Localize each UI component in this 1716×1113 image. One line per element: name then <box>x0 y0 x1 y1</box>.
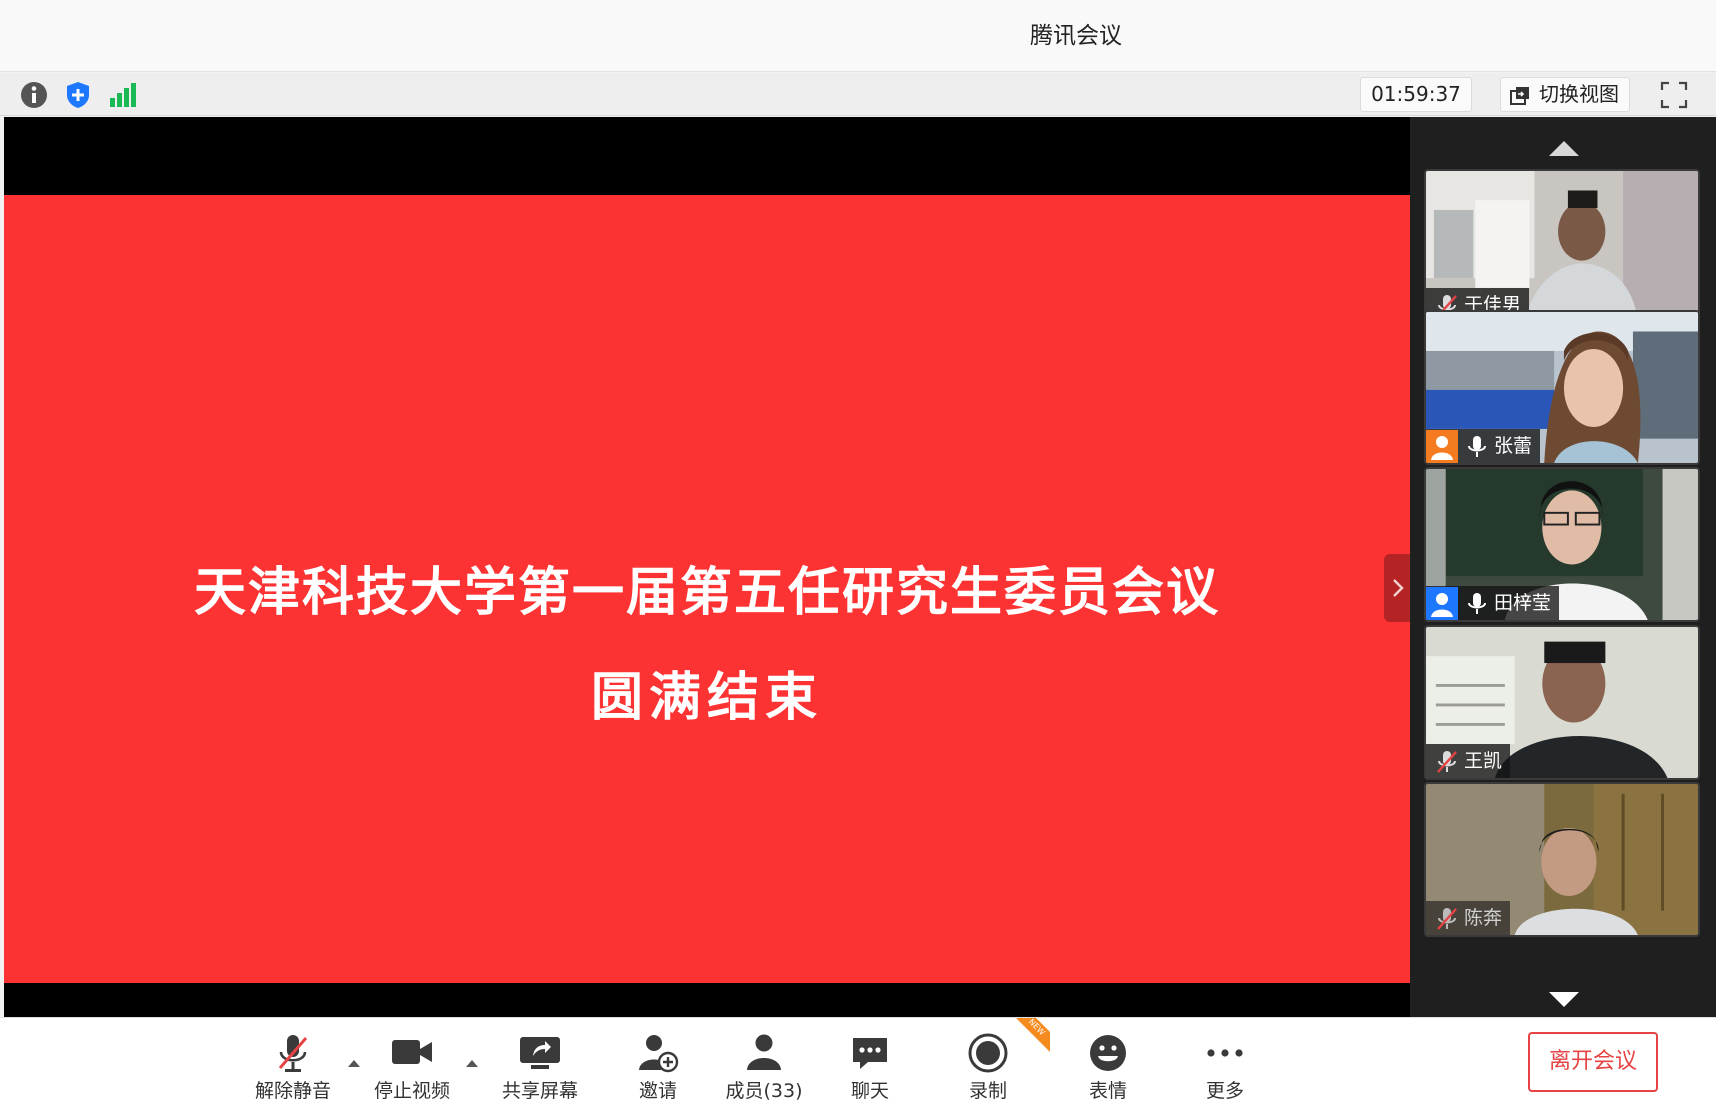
stop-video-label: 停止视频 <box>373 1080 450 1102</box>
unmute-label: 解除静音 <box>254 1080 331 1102</box>
invite-button[interactable]: 邀请 <box>608 1024 708 1106</box>
participant-tile[interactable]: 田梓莹 <box>1424 467 1700 622</box>
scroll-down-arrow-icon[interactable] <box>1546 989 1582 1011</box>
mic-icon <box>1468 592 1486 614</box>
switch-view-button[interactable]: 切换视图 <box>1500 77 1630 112</box>
meeting-window: 腾讯会议 01:59:37 切换视图 天津科技大学第一届第五任研究生委员会议 圆… <box>0 0 1716 1113</box>
record-icon <box>968 1033 1008 1073</box>
mic-icon <box>1468 435 1486 457</box>
info-icon[interactable] <box>18 79 50 111</box>
slide-subtitle: 圆满结束 <box>590 668 823 728</box>
participant-label: 张蕾 <box>1426 429 1541 463</box>
emoji-icon <box>1090 1035 1126 1071</box>
mic-muted-icon <box>278 1035 308 1072</box>
audio-options-caret-icon[interactable] <box>346 1054 362 1067</box>
meeting-toolbar: 解除静音 停止视频 共享屏幕 邀请 成员(33) 聊天 录制 NEW 表情 更多… <box>0 1017 1716 1113</box>
collapse-sidebar-button[interactable] <box>1384 554 1412 622</box>
new-badge: NEW <box>1010 1017 1050 1054</box>
reactions-label: 表情 <box>1088 1080 1127 1102</box>
shared-slide: 天津科技大学第一届第五任研究生委员会议 圆满结束 <box>4 195 1410 983</box>
shield-icon[interactable] <box>62 79 94 111</box>
participant-tile[interactable]: 于佳男 <box>1424 169 1700 324</box>
participant-name: 陈奔 <box>1464 907 1503 929</box>
chat-button[interactable]: 聊天 <box>820 1024 920 1106</box>
info-bar: 01:59:37 切换视图 <box>0 73 1716 116</box>
slide-title: 天津科技大学第一届第五任研究生委员会议 <box>193 563 1220 623</box>
chat-bubble-icon <box>853 1038 887 1069</box>
invite-user-icon <box>639 1035 679 1073</box>
shared-screen-area: 天津科技大学第一届第五任研究生委员会议 圆满结束 <box>4 117 1412 1017</box>
video-options-caret-icon[interactable] <box>464 1054 480 1067</box>
participant-name: 田梓莹 <box>1494 592 1552 614</box>
mic-muted-icon <box>1437 907 1457 930</box>
participant-tile[interactable]: 陈奔 <box>1424 782 1700 937</box>
more-label: 更多 <box>1205 1080 1244 1102</box>
chevron-right-icon <box>1393 579 1404 597</box>
fullscreen-icon[interactable] <box>1658 79 1690 111</box>
scroll-up-arrow-icon[interactable] <box>1546 137 1582 159</box>
leave-meeting-button[interactable]: 离开会议 <box>1528 1032 1658 1092</box>
participant-label: 田梓莹 <box>1426 586 1560 620</box>
title-bar: 腾讯会议 <box>0 0 1716 72</box>
participant-label: 陈奔 <box>1426 901 1511 935</box>
reactions-button[interactable]: 表情 <box>1058 1024 1158 1106</box>
invite-label: 邀请 <box>638 1080 677 1102</box>
participant-tile[interactable]: 张蕾 <box>1424 310 1700 465</box>
mic-muted-icon <box>1437 750 1457 773</box>
members-label: 成员(33) <box>725 1080 803 1102</box>
members-button[interactable]: 成员(33) <box>714 1024 814 1106</box>
participant-name: 王凯 <box>1464 750 1503 772</box>
share-screen-button[interactable]: 共享屏幕 <box>490 1024 590 1106</box>
stop-video-button[interactable]: 停止视频 <box>362 1024 462 1106</box>
record-label: 录制 <box>968 1080 1007 1102</box>
participant-name: 张蕾 <box>1494 435 1533 457</box>
participant-label: 王凯 <box>1426 744 1511 778</box>
meeting-timer: 01:59:37 <box>1360 77 1472 112</box>
participant-role-icon <box>1426 586 1458 620</box>
share-screen-label: 共享屏幕 <box>501 1080 578 1102</box>
switch-view-icon <box>1510 87 1529 105</box>
members-icon <box>747 1034 781 1070</box>
unmute-button[interactable]: 解除静音 <box>243 1024 343 1106</box>
more-dots-icon <box>1207 1049 1243 1057</box>
app-title: 腾讯会议 <box>1030 23 1122 49</box>
participant-sidebar: 于佳男 张蕾 田梓莹 王凯 陈奔 <box>1410 117 1716 1017</box>
participant-role-icon <box>1426 429 1458 463</box>
video-camera-icon <box>392 1040 432 1064</box>
signal-icon[interactable] <box>106 79 138 111</box>
switch-view-label: 切换视图 <box>1539 82 1619 106</box>
share-screen-icon <box>520 1037 560 1069</box>
chat-label: 聊天 <box>850 1080 889 1102</box>
more-button[interactable]: 更多 <box>1175 1024 1275 1106</box>
participant-tile[interactable]: 王凯 <box>1424 625 1700 780</box>
